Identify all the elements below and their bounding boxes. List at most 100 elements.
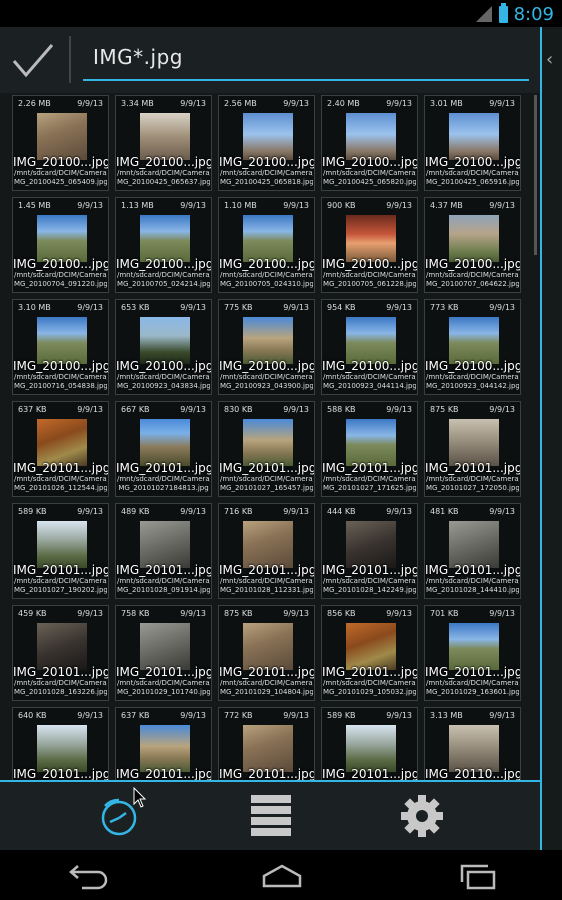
- file-tile[interactable]: 856 KB 9/9/13 IMG_20101...jpg/mnt/sdcard/D…: [321, 605, 418, 701]
- file-tile[interactable]: 588 KB 9/9/13 IMG_20101...jpg/mnt/sdcard/D…: [321, 401, 418, 497]
- file-tile[interactable]: 701 KB 9/9/13 IMG_20101...jpg/mnt/sdcard/D…: [424, 605, 521, 701]
- search-input[interactable]: IMG*.jpg: [93, 45, 183, 69]
- file-tile[interactable]: 1.13 MB 9/9/13 IMG_20100...jpg/mnt/sdcard/…: [115, 197, 212, 293]
- file-name: IMG_20101...jpg: [425, 665, 521, 679]
- file-path: /mnt/sdcard/DCIM/Camera/I MG_20100716_054…: [14, 373, 107, 391]
- file-path: /mnt/sdcard/DCIM/Camera/I MG_20100923_043…: [220, 373, 313, 391]
- file-name: IMG_20100...jpg: [322, 257, 418, 271]
- file-date: 9/9/13: [489, 99, 515, 108]
- file-path: /mnt/sdcard/DCIM/Camera/I MG_20101028_112…: [220, 577, 313, 595]
- file-path-line: /mnt/sdcard/DCIM/Camera/I: [220, 271, 313, 279]
- file-tile[interactable]: 653 KB 9/9/13 IMG_20100...jpg/mnt/sdcard/D…: [115, 299, 212, 395]
- file-name: IMG_20100...jpg: [13, 359, 109, 373]
- file-size: 667 KB: [121, 405, 150, 414]
- file-tile[interactable]: 773 KB 9/9/13 IMG_20100...jpg/mnt/sdcard/D…: [424, 299, 521, 395]
- file-date: 9/9/13: [489, 609, 515, 618]
- file-date: 9/9/13: [180, 609, 206, 618]
- file-path: /mnt/sdcard/DCIM/Camera/I MG_20100923_044…: [323, 373, 416, 391]
- file-tile[interactable]: 637 KB 9/9/13 IMG_20101...jpg/mnt/sdcard/D…: [12, 401, 109, 497]
- file-tile[interactable]: 2.26 MB 9/9/13 IMG_20100...jpg/mnt/sdcard/…: [12, 95, 109, 191]
- file-tile[interactable]: 667 KB 9/9/13 IMG_20101...jpg/mnt/sdcard/D…: [115, 401, 212, 497]
- scrollbar[interactable]: [534, 95, 537, 255]
- file-tile[interactable]: 830 KB 9/9/13 IMG_20101...jpg/mnt/sdcard/D…: [218, 401, 315, 497]
- file-thumbnail: [37, 317, 87, 364]
- file-name: IMG_20101...jpg: [322, 563, 418, 577]
- file-tile[interactable]: 3.01 MB 9/9/13 IMG_20100...jpg/mnt/sdcard/…: [424, 95, 521, 191]
- file-date: 9/9/13: [489, 303, 515, 312]
- action-bar-divider: [69, 36, 71, 83]
- file-size: 2.40 MB: [327, 99, 360, 108]
- file-tile[interactable]: 716 KB 9/9/13 IMG_20101...jpg/mnt/sdcard/D…: [218, 503, 315, 599]
- file-date: 9/9/13: [77, 711, 103, 720]
- file-size: 775 KB: [224, 303, 253, 312]
- file-thumbnail: [140, 113, 190, 160]
- file-date: 9/9/13: [77, 507, 103, 516]
- file-path-line: /mnt/sdcard/DCIM/Camera/I: [426, 271, 519, 279]
- file-name: IMG_20100...jpg: [322, 359, 418, 373]
- list-view-icon[interactable]: [247, 792, 295, 840]
- file-tile[interactable]: 459 KB 9/9/13 IMG_20101...jpg/mnt/sdcard/D…: [12, 605, 109, 701]
- file-size: 875 KB: [224, 609, 253, 618]
- back-icon[interactable]: [62, 862, 110, 890]
- file-thumbnail: [37, 113, 87, 160]
- file-thumbnail: [449, 725, 499, 772]
- file-path-line: MG_20101028_163226.jpg: [14, 688, 107, 696]
- file-path-line: /mnt/sdcard/DCIM/Camera/I: [323, 169, 416, 177]
- side-panel-border: [540, 27, 542, 850]
- gear-icon[interactable]: [398, 792, 446, 840]
- file-tile[interactable]: 2.40 MB 9/9/13 IMG_20100...jpg/mnt/sdcard/…: [321, 95, 418, 191]
- file-size: 637 KB: [18, 405, 47, 414]
- file-tile[interactable]: 1.45 MB 9/9/13 IMG_20100...jpg/mnt/sdcard/…: [12, 197, 109, 293]
- home-icon[interactable]: [258, 862, 306, 890]
- file-date: 9/9/13: [180, 201, 206, 210]
- file-path-line: MG_20100705_024214.jpg: [117, 280, 210, 288]
- file-name: IMG_20101...jpg: [116, 665, 212, 679]
- file-tile[interactable]: 4.37 MB 9/9/13 IMG_20100...jpg/mnt/sdcard/…: [424, 197, 521, 293]
- file-tile[interactable]: 875 KB 9/9/13 IMG_20101...jpg/mnt/sdcard/D…: [424, 401, 521, 497]
- file-tile[interactable]: 3.13 MB 9/9/13 IMG_20110...jpg: [424, 707, 521, 780]
- file-thumbnail: [346, 419, 396, 466]
- file-tile[interactable]: 489 KB 9/9/13 IMG_20101...jpg/mnt/sdcard/D…: [115, 503, 212, 599]
- file-date: 9/9/13: [489, 711, 515, 720]
- file-tile[interactable]: 772 KB 9/9/13 IMG_20101...jpg: [218, 707, 315, 780]
- file-tile[interactable]: 481 KB 9/9/13 IMG_20101...jpg/mnt/sdcard/D…: [424, 503, 521, 599]
- file-size: 830 KB: [224, 405, 253, 414]
- file-date: 9/9/13: [283, 405, 309, 414]
- file-thumbnail: [37, 623, 87, 670]
- file-thumbnail: [346, 725, 396, 772]
- battery-icon: [498, 2, 508, 23]
- file-tile[interactable]: 444 KB 9/9/13 IMG_20101...jpg/mnt/sdcard/D…: [321, 503, 418, 599]
- chevron-left-icon[interactable]: ‹: [546, 49, 553, 70]
- file-tile[interactable]: 2.56 MB 9/9/13 IMG_20100...jpg/mnt/sdcard/…: [218, 95, 315, 191]
- file-path: /mnt/sdcard/DCIM/Camera/I MG_20100704_091…: [14, 271, 107, 289]
- recent-apps-icon[interactable]: [454, 862, 502, 890]
- file-tile[interactable]: 637 KB 9/9/13 IMG_20101...jpg: [115, 707, 212, 780]
- file-tile[interactable]: 1.10 MB 9/9/13 IMG_20100...jpg/mnt/sdcard/…: [218, 197, 315, 293]
- file-tile[interactable]: 900 KB 9/9/13 IMG_20100...jpg/mnt/sdcard/D…: [321, 197, 418, 293]
- file-size: 875 KB: [430, 405, 459, 414]
- file-tile[interactable]: 758 KB 9/9/13 IMG_20101...jpg/mnt/sdcard/D…: [115, 605, 212, 701]
- file-tile[interactable]: 640 KB 9/9/13 IMG_20101...jpg: [12, 707, 109, 780]
- file-tile[interactable]: 875 KB 9/9/13 IMG_20101...jpg/mnt/sdcard/D…: [218, 605, 315, 701]
- file-path-line: MG_20101027_172050.jpg: [426, 484, 519, 492]
- file-path-line: /mnt/sdcard/DCIM/Camera/I: [426, 169, 519, 177]
- file-date: 9/9/13: [283, 507, 309, 516]
- checkmark-icon[interactable]: [10, 37, 56, 83]
- side-panel[interactable]: ‹: [540, 27, 562, 850]
- file-tile[interactable]: 954 KB 9/9/13 IMG_20100...jpg/mnt/sdcard/D…: [321, 299, 418, 395]
- file-path-line: /mnt/sdcard/DCIM/Camera/I: [14, 679, 107, 687]
- file-path-line: MG_20101027_190202.jpg: [14, 586, 107, 594]
- file-size: 640 KB: [18, 711, 47, 720]
- file-path-line: /mnt/sdcard/DCIM/Camera/I: [323, 475, 416, 483]
- file-tile[interactable]: 589 KB 9/9/13 IMG_20101...jpg: [321, 707, 418, 780]
- file-path: /mnt/sdcard/DCIM/Camera/I MG_20101027_172…: [426, 475, 519, 493]
- status-clock: 8:09: [513, 3, 554, 25]
- file-path: /mnt/sdcard/DCIM/Camera/I MG_201010271848…: [117, 475, 210, 493]
- file-tile[interactable]: 3.10 MB 9/9/13 IMG_20100...jpg/mnt/sdcard/…: [12, 299, 109, 395]
- file-tile[interactable]: 589 KB 9/9/13 IMG_20101...jpg/mnt/sdcard/D…: [12, 503, 109, 599]
- file-date: 9/9/13: [489, 201, 515, 210]
- file-tile[interactable]: 775 KB 9/9/13 IMG_20100...jpg/mnt/sdcard/D…: [218, 299, 315, 395]
- file-thumbnail: [449, 623, 499, 670]
- file-tile[interactable]: 3.34 MB 9/9/13 IMG_20100...jpg/mnt/sdcard/…: [115, 95, 212, 191]
- status-icons: 8:09: [475, 2, 554, 25]
